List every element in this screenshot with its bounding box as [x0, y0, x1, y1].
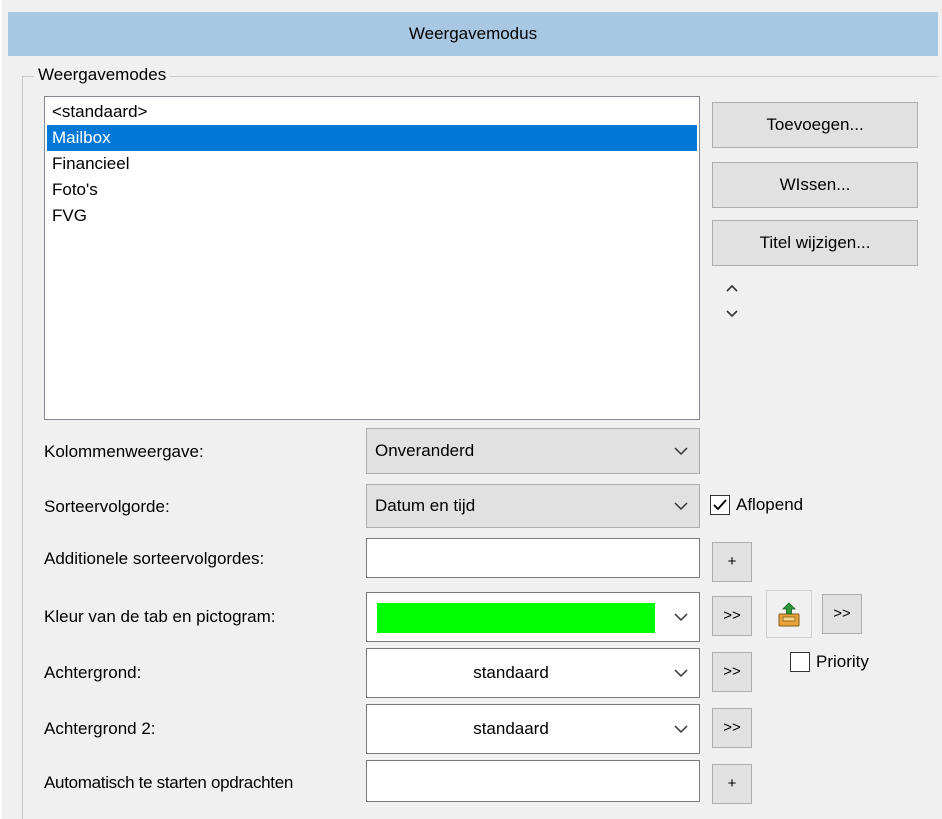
- chevron-down-icon: [674, 613, 688, 622]
- descending-checkbox[interactable]: [710, 495, 730, 515]
- tab-color-more-button[interactable]: >>: [712, 596, 752, 636]
- autostart-input[interactable]: [366, 760, 700, 802]
- tab-color-label: Kleur van de tab en pictogram:: [44, 607, 276, 626]
- background-more-button[interactable]: >>: [712, 652, 752, 692]
- delete-button[interactable]: WIssen...: [712, 162, 918, 208]
- add-sort-button[interactable]: +: [712, 542, 752, 582]
- add-button[interactable]: Toevoegen...: [712, 102, 918, 148]
- caret-down-icon: [726, 310, 738, 318]
- list-item[interactable]: Financieel: [47, 151, 697, 177]
- background2-more-button[interactable]: >>: [712, 708, 752, 748]
- list-item[interactable]: Foto's: [47, 177, 697, 203]
- move-up-button[interactable]: [722, 280, 742, 298]
- autostart-label: Automatisch te starten opdrachten: [44, 773, 294, 792]
- sort-dropdown[interactable]: Datum en tijd: [366, 484, 700, 528]
- tab-icon-more-button[interactable]: >>: [822, 594, 862, 634]
- checkmark-icon: [713, 499, 727, 511]
- additional-sort-input[interactable]: [366, 538, 700, 578]
- caret-up-icon: [726, 284, 738, 292]
- list-item-selected[interactable]: Mailbox: [47, 125, 697, 151]
- sort-label: Sorteervolgorde:: [44, 497, 170, 516]
- priority-checkbox-row[interactable]: Priority: [790, 652, 869, 672]
- background2-dropdown[interactable]: standaard: [366, 704, 700, 754]
- background-label: Achtergrond:: [44, 663, 142, 682]
- columns-value: Onveranderd: [375, 441, 475, 460]
- view-modes-list[interactable]: <standaard> Mailbox Financieel Foto's FV…: [44, 96, 700, 420]
- chevron-down-icon: [674, 502, 688, 511]
- descending-label: Aflopend: [736, 495, 804, 514]
- tab-icon-button[interactable]: [766, 590, 812, 638]
- columns-dropdown[interactable]: Onveranderd: [366, 428, 700, 474]
- sort-value: Datum en tijd: [375, 496, 476, 515]
- chevron-down-icon: [674, 725, 688, 734]
- priority-checkbox[interactable]: [790, 652, 810, 672]
- groupbox-legend: Weergavemodes: [34, 64, 171, 86]
- list-item[interactable]: <standaard>: [47, 99, 697, 125]
- tab-color-dropdown[interactable]: [366, 592, 700, 642]
- move-down-button[interactable]: [722, 306, 742, 324]
- background2-value: standaard: [473, 719, 549, 738]
- priority-label: Priority: [816, 652, 869, 671]
- background-dropdown[interactable]: standaard: [366, 648, 700, 698]
- add-autostart-button[interactable]: +: [712, 764, 752, 804]
- window-edge: [0, 0, 2, 819]
- chevron-down-icon: [674, 669, 688, 678]
- background-value: standaard: [473, 663, 549, 682]
- background2-label: Achtergrond 2:: [44, 719, 156, 738]
- list-item[interactable]: FVG: [47, 203, 697, 229]
- columns-label: Kolommenweergave:: [44, 441, 204, 463]
- additional-sort-label: Additionele sorteervolgordes:: [44, 549, 265, 568]
- inbox-tray-icon: [778, 602, 800, 627]
- dialog-title: Weergavemodus: [8, 12, 938, 56]
- color-swatch: [377, 603, 655, 633]
- columns-label-text: Kolommenweergave:: [44, 442, 204, 461]
- rename-button[interactable]: Titel wijzigen...: [712, 220, 918, 266]
- chevron-down-icon: [674, 447, 688, 456]
- descending-checkbox-row[interactable]: Aflopend: [710, 495, 803, 515]
